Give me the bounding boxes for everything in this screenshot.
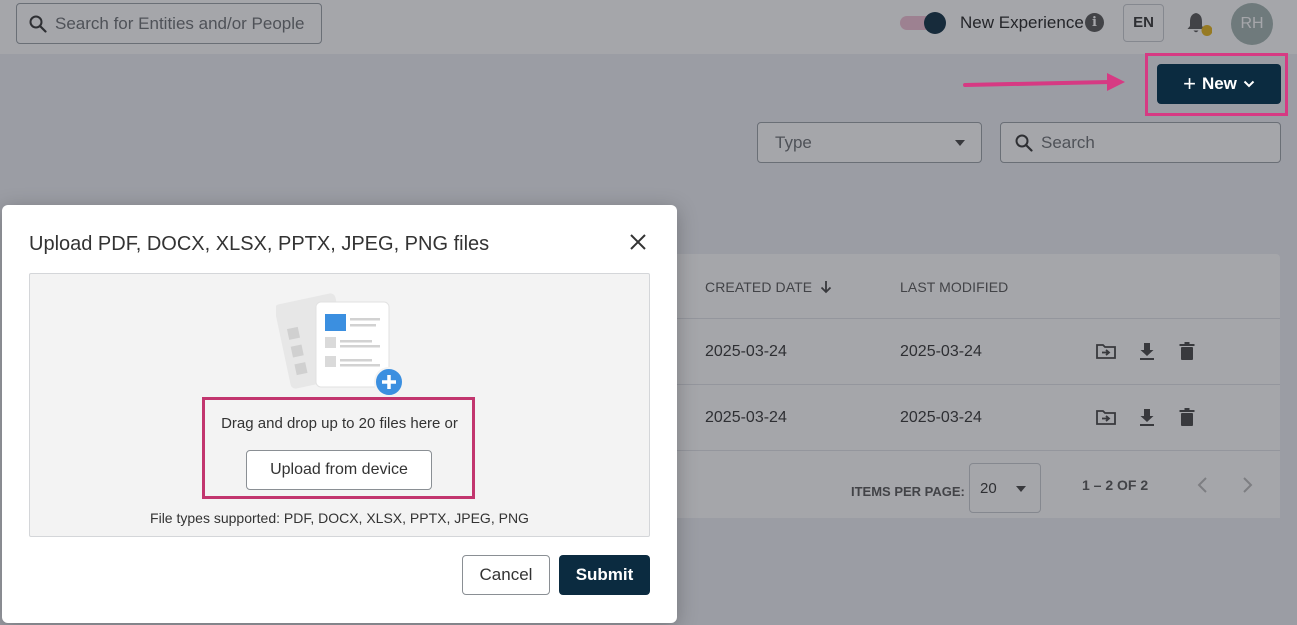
annotation-arrow-icon [963, 73, 1125, 91]
upload-dialog: Upload PDF, DOCX, XLSX, PPTX, JPEG, PNG … [2, 205, 677, 623]
submit-button[interactable]: Submit [559, 555, 650, 595]
annotation-highlight-new [1145, 53, 1288, 116]
cancel-button[interactable]: Cancel [462, 555, 550, 595]
supported-file-types: File types supported: PDF, DOCX, XLSX, P… [150, 510, 529, 526]
close-icon[interactable] [629, 233, 647, 251]
dialog-title: Upload PDF, DOCX, XLSX, PPTX, JPEG, PNG … [29, 233, 490, 255]
annotation-highlight-upload [202, 397, 475, 499]
documents-illustration-icon [276, 293, 404, 396]
